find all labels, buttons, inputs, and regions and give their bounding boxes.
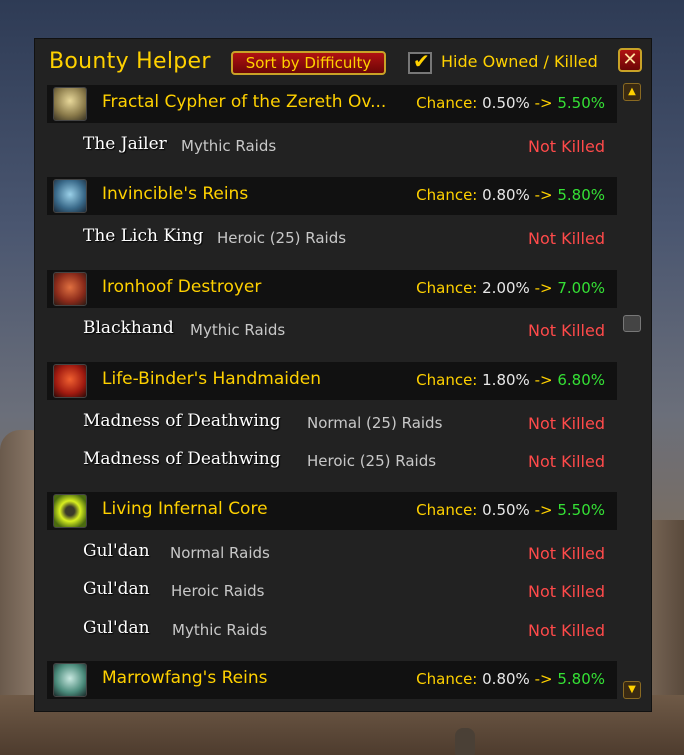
boss-difficulty: Mythic Raids (190, 321, 286, 339)
bounty-helper-window: Bounty Helper Sort by Difficulty ✔ Hide … (34, 38, 652, 712)
chance-to: 5.50% (557, 501, 605, 519)
chance-arrow: -> (534, 186, 553, 204)
chance-label: Chance: (416, 501, 478, 519)
drake-icon (53, 364, 87, 398)
chance-from: 0.80% (482, 186, 530, 204)
boss-difficulty: Mythic Raids (172, 621, 268, 639)
drop-chance: Chance: 1.80% -> 6.80% (416, 371, 605, 389)
chance-from: 2.00% (482, 279, 530, 297)
boss-difficulty: Heroic Raids (171, 582, 265, 600)
chance-from: 0.50% (482, 94, 530, 112)
chance-arrow: -> (534, 94, 553, 112)
mount-name: Marrowfang's Reins (102, 668, 268, 688)
boss-difficulty: Mythic Raids (181, 137, 277, 155)
mount-row[interactable]: Life-Binder's Handmaiden Chance: 1.80% -… (47, 362, 617, 400)
kill-status: Not Killed (528, 229, 605, 248)
chance-to: 5.50% (557, 94, 605, 112)
boss-row[interactable]: Gul'dan Normal Raids Not Killed (47, 537, 617, 569)
window-title: Bounty Helper (49, 49, 211, 74)
kill-status: Not Killed (528, 137, 605, 156)
chance-label: Chance: (416, 371, 478, 389)
drop-chance: Chance: 2.00% -> 7.00% (416, 279, 605, 297)
mount-row[interactable]: Ironhoof Destroyer Chance: 2.00% -> 7.00… (47, 270, 617, 308)
chance-to: 7.00% (557, 279, 605, 297)
drop-chance: Chance: 0.80% -> 5.80% (416, 186, 605, 204)
bounty-list: Fractal Cypher of the Zereth Ov... Chanc… (47, 85, 617, 711)
kill-status: Not Killed (528, 582, 605, 601)
scroll-thumb[interactable] (623, 315, 641, 332)
mount-row[interactable]: Invincible's Reins Chance: 0.80% -> 5.80… (47, 177, 617, 215)
mount-row[interactable]: Fractal Cypher of the Zereth Ov... Chanc… (47, 85, 617, 123)
boss-name: The Jailer (83, 134, 167, 154)
boss-row[interactable]: The Jailer Mythic Raids Not Killed (47, 130, 617, 162)
boss-difficulty: Normal (25) Raids (307, 414, 443, 432)
boss-name: Gul'dan (83, 541, 150, 561)
hide-owned-label[interactable]: Hide Owned / Killed (441, 52, 598, 71)
window-header: Bounty Helper Sort by Difficulty ✔ Hide … (35, 39, 651, 85)
sort-by-difficulty-button[interactable]: Sort by Difficulty (231, 51, 386, 75)
infernal-core-icon (53, 494, 87, 528)
boss-row[interactable]: Madness of Deathwing Normal (25) Raids N… (47, 407, 617, 439)
kill-status: Not Killed (528, 321, 605, 340)
mount-name: Fractal Cypher of the Zereth Ov... (102, 92, 387, 112)
cypher-icon (53, 87, 87, 121)
boss-name: Madness of Deathwing (83, 411, 281, 431)
kill-status: Not Killed (528, 452, 605, 471)
scroll-down-icon[interactable]: ▼ (623, 681, 641, 699)
drop-chance: Chance: 0.80% -> 5.80% (416, 670, 605, 688)
chance-label: Chance: (416, 94, 478, 112)
boss-difficulty: Heroic (25) Raids (217, 229, 347, 247)
chance-to: 6.80% (557, 371, 605, 389)
close-button[interactable]: ✕ (618, 48, 642, 72)
mount-name: Invincible's Reins (102, 184, 249, 204)
kill-status: Not Killed (528, 414, 605, 433)
mount-row[interactable]: Living Infernal Core Chance: 0.50% -> 5.… (47, 492, 617, 530)
mount-name: Living Infernal Core (102, 499, 268, 519)
drop-chance: Chance: 0.50% -> 5.50% (416, 501, 605, 519)
chance-label: Chance: (416, 279, 478, 297)
chance-label: Chance: (416, 186, 478, 204)
chance-arrow: -> (534, 371, 553, 389)
mount-name: Ironhoof Destroyer (102, 277, 262, 297)
background-character (455, 728, 475, 755)
scroll-up-icon[interactable]: ▲ (623, 83, 641, 101)
kill-status: Not Killed (528, 544, 605, 563)
boss-name: Blackhand (83, 318, 174, 338)
drop-chance: Chance: 0.50% -> 5.50% (416, 94, 605, 112)
chance-from: 0.80% (482, 670, 530, 688)
ironhoof-icon (53, 272, 87, 306)
chance-arrow: -> (534, 279, 553, 297)
checkmark-icon: ✔ (413, 49, 430, 73)
boss-row[interactable]: Blackhand Mythic Raids Not Killed (47, 314, 617, 346)
boss-name: Gul'dan (83, 618, 150, 638)
boss-name: The Lich King (83, 226, 204, 246)
boss-difficulty: Heroic (25) Raids (307, 452, 437, 470)
boss-row[interactable]: The Lich King Heroic (25) Raids Not Kill… (47, 222, 617, 254)
kill-status: Not Killed (528, 621, 605, 640)
mount-row[interactable]: Marrowfang's Reins Chance: 0.80% -> 5.80… (47, 661, 617, 699)
boss-difficulty: Normal Raids (170, 544, 270, 562)
chance-to: 5.80% (557, 670, 605, 688)
boss-row[interactable]: Madness of Deathwing Heroic (25) Raids N… (47, 445, 617, 477)
invincible-icon (53, 179, 87, 213)
boss-name: Gul'dan (83, 579, 150, 599)
boss-row[interactable]: Gul'dan Mythic Raids Not Killed (47, 614, 617, 646)
boss-row[interactable]: Gul'dan Heroic Raids Not Killed (47, 575, 617, 607)
chance-from: 1.80% (482, 371, 530, 389)
marrowfang-icon (53, 663, 87, 697)
chance-arrow: -> (534, 670, 553, 688)
mount-name: Life-Binder's Handmaiden (102, 369, 321, 389)
boss-name: Madness of Deathwing (83, 449, 281, 469)
chance-to: 5.80% (557, 186, 605, 204)
hide-owned-checkbox[interactable]: ✔ (408, 49, 432, 74)
chance-label: Chance: (416, 670, 478, 688)
chance-arrow: -> (534, 501, 553, 519)
scrollbar[interactable]: ▲ ▼ (620, 81, 644, 703)
chance-from: 0.50% (482, 501, 530, 519)
